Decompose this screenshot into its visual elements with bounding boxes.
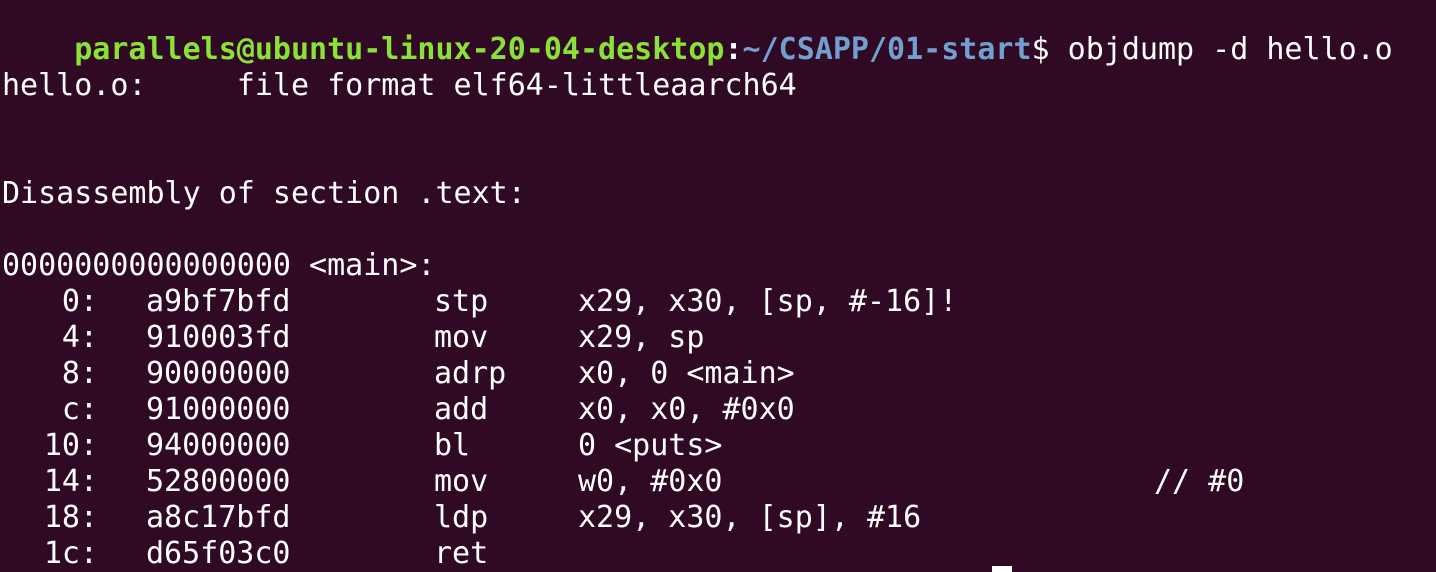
instruction-mnemonic: stp	[434, 284, 489, 319]
instruction-hex: 90000000	[146, 356, 291, 391]
instruction-operands: x29, x30, [sp], #16	[578, 500, 922, 535]
instruction-offset: c:	[61, 392, 98, 427]
instruction-mnemonic: mov	[434, 464, 489, 499]
instruction-offset: 4:	[61, 320, 98, 355]
section-header-line: Disassembly of section .text:	[2, 176, 526, 211]
instruction-hex: 52800000	[146, 464, 291, 499]
instruction-row: 8: 90000000 adrp x0, 0 <main>	[2, 356, 1432, 392]
instruction-mnemonic: adrp	[434, 356, 507, 391]
command-text: objdump -d hello.o	[1049, 32, 1393, 67]
instruction-offset: 0:	[61, 284, 98, 319]
prompt-path: ~/CSAPP/01-start	[742, 32, 1032, 67]
prompt-colon: :	[724, 32, 743, 67]
terminal-window[interactable]: parallels@ubuntu-linux-20-04-desktop:~/C…	[0, 0, 1436, 572]
instruction-hex: a9bf7bfd	[146, 284, 291, 319]
instruction-offset: 1c:	[43, 536, 98, 571]
instruction-offset: 18:	[43, 500, 98, 535]
instruction-mnemonic: ldp	[434, 500, 489, 535]
instruction-mnemonic: add	[434, 392, 489, 427]
instruction-operands: x29, sp	[578, 320, 705, 355]
instruction-row: 0: a9bf7bfd stp x29, x30, [sp, #-16]!	[2, 284, 1432, 320]
instruction-row: 10: 94000000 bl 0 <puts>	[2, 428, 1432, 464]
instruction-comment: // #0	[1154, 464, 1245, 499]
instruction-mnemonic: bl	[434, 428, 471, 463]
instruction-row: 18: a8c17bfd ldp x29, x30, [sp], #16	[2, 500, 1432, 536]
prompt-user-host: parallels@ubuntu-linux-20-04-desktop	[74, 32, 725, 67]
instruction-mnemonic: mov	[434, 320, 489, 355]
instruction-hex: 91000000	[146, 392, 291, 427]
instruction-hex: 94000000	[146, 428, 291, 463]
instruction-row: 4: 910003fd mov x29, sp	[2, 320, 1432, 356]
instruction-row: c: 91000000 add x0, x0, #0x0	[2, 392, 1432, 428]
instruction-hex: 910003fd	[146, 320, 291, 355]
instruction-operands: x0, 0 <main>	[578, 356, 795, 391]
prompt-symbol: $	[1031, 32, 1050, 67]
instruction-offset: 10:	[43, 428, 98, 463]
text-cursor	[992, 566, 1012, 572]
instruction-row: 14: 52800000 mov w0, #0x0 // #0	[2, 464, 1432, 500]
instruction-operands: w0, #0x0	[578, 464, 723, 499]
instruction-row: 1c: d65f03c0 ret	[2, 536, 1432, 572]
instruction-hex: d65f03c0	[146, 536, 291, 571]
instruction-operands: x29, x30, [sp, #-16]!	[578, 284, 958, 319]
symbol-header-line: 0000000000000000 <main>:	[2, 248, 436, 283]
instruction-operands: 0 <puts>	[578, 428, 723, 463]
instruction-offset: 14:	[43, 464, 98, 499]
instruction-hex: a8c17bfd	[146, 500, 291, 535]
instruction-mnemonic: ret	[434, 536, 489, 571]
instruction-operands: x0, x0, #0x0	[578, 392, 795, 427]
command-line: parallels@ubuntu-linux-20-04-desktop:~/C…	[2, 0, 1393, 67]
instruction-offset: 8:	[61, 356, 98, 391]
file-format-line: hello.o: file format elf64-littleaarch64	[2, 68, 797, 103]
